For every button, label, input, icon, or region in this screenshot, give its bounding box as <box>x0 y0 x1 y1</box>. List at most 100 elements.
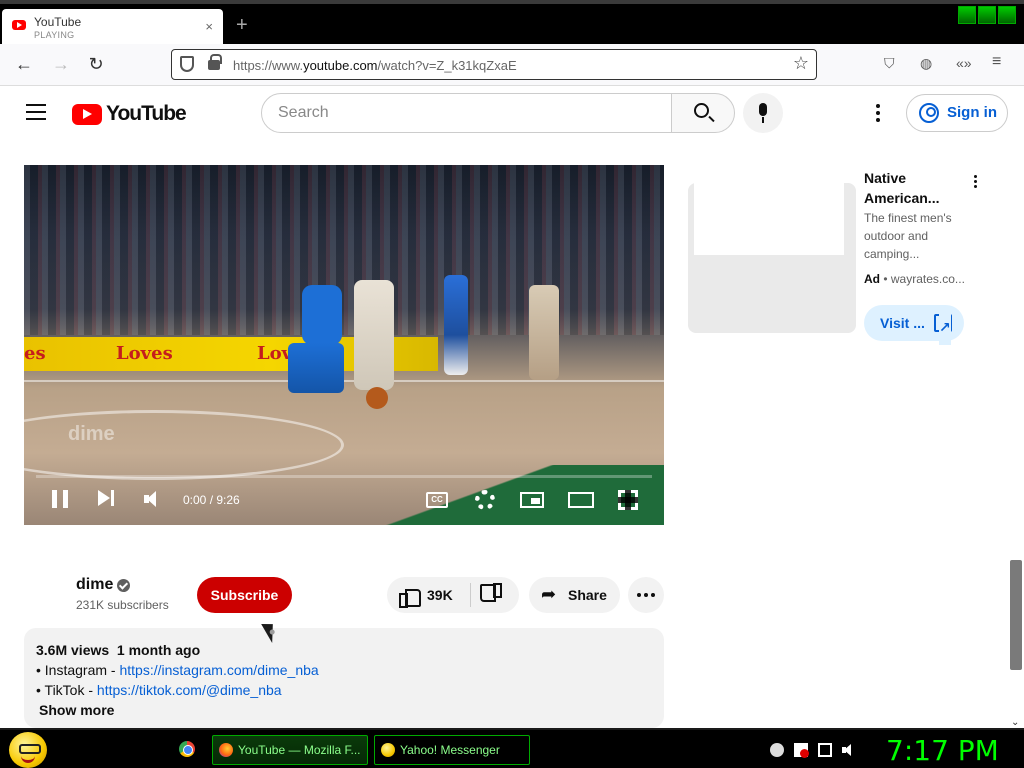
youtube-logo[interactable]: YouTube <box>72 102 187 126</box>
more-actions-button[interactable] <box>628 577 664 613</box>
browser-tab-bar: YouTube PLAYING × + <box>0 0 1024 45</box>
dislike-thumb-down-icon[interactable] <box>482 587 502 605</box>
tab-title: YouTube <box>34 15 82 29</box>
video-time: 0:00 / 9:26 <box>183 493 240 507</box>
banner-text: es <box>24 343 46 364</box>
firefox-icon <box>219 743 233 757</box>
tray-network-icon[interactable] <box>818 743 832 757</box>
forward-arrow-icon[interactable]: → <box>50 54 72 75</box>
browser-tab-youtube[interactable]: YouTube PLAYING × <box>2 9 223 45</box>
taskbar-item-label: YouTube — Mozilla F... <box>238 743 361 757</box>
close-window-button[interactable] <box>998 6 1016 24</box>
taskbar-clock: 7:17 PM <box>886 734 999 767</box>
logo-wordmark: YouTube <box>106 102 187 125</box>
tab-playing-label: PLAYING <box>34 30 75 40</box>
video-player-figure <box>354 280 394 390</box>
yahoo-messenger-icon <box>381 743 395 757</box>
new-tab-button[interactable]: + <box>236 14 248 37</box>
settings-more-icon[interactable] <box>876 104 880 125</box>
subscribe-button[interactable]: Subscribe <box>197 577 292 613</box>
menu-icon[interactable]: ≡ <box>992 53 1001 71</box>
ad-description: The finest men's outdoor and camping... <box>864 211 952 261</box>
ad-meta: Ad • wayrates.co... <box>864 272 965 286</box>
search-icon <box>694 103 709 118</box>
next-video-icon[interactable] <box>98 490 116 506</box>
bookmark-star-icon[interactable]: ☆ <box>793 53 809 74</box>
youtube-favicon-icon <box>12 20 26 30</box>
fullscreen-icon[interactable] <box>618 490 638 510</box>
tracking-shield-icon[interactable] <box>180 56 194 72</box>
scroll-down-icon[interactable]: ⌄ <box>1011 717 1019 728</box>
tray-status-icon[interactable] <box>770 743 784 757</box>
reload-icon[interactable]: ↻ <box>85 54 107 75</box>
lock-icon[interactable] <box>208 54 222 70</box>
user-icon <box>919 103 939 123</box>
like-count[interactable]: 39K <box>427 587 453 603</box>
start-menu-smiley-icon[interactable] <box>9 732 47 768</box>
address-bar[interactable]: https://www.youtube.com/watch?v=Z_k31kqZ… <box>171 49 817 80</box>
maximize-button[interactable] <box>978 6 996 24</box>
banner-text: Loves <box>116 343 173 364</box>
tray-volume-icon[interactable] <box>842 743 856 757</box>
youtube-header: YouTube Search Sign in <box>0 86 1024 142</box>
pause-icon[interactable] <box>52 490 68 508</box>
voice-search-mic-icon[interactable] <box>743 93 783 133</box>
chrome-icon[interactable] <box>179 741 195 757</box>
extensions-icon[interactable]: «» <box>956 55 972 71</box>
search-button[interactable] <box>671 93 735 133</box>
ad-visit-button[interactable]: Visit ... <box>864 305 964 345</box>
tiktok-link[interactable]: https://tiktok.com/@dime_nba <box>97 682 282 698</box>
sign-in-button[interactable]: Sign in <box>906 94 1008 132</box>
volume-icon[interactable] <box>144 490 164 508</box>
tab-close-icon[interactable]: × <box>205 19 213 34</box>
video-player[interactable]: es Loves Loves dime 0:00 / 9:26 CC <box>24 165 664 525</box>
ad-thumbnail[interactable] <box>688 183 856 333</box>
instagram-prefix: • Instagram - <box>36 662 120 678</box>
browser-nav-bar: ← → ↻ https://www.youtube.com/watch?v=Z_… <box>0 44 1024 86</box>
description-line: • Instagram - https://instagram.com/dime… <box>36 660 652 680</box>
taskbar-item-label: Yahoo! Messenger <box>400 743 500 757</box>
os-taskbar: YouTube — Mozilla F... Yahoo! Messenger … <box>0 728 1024 768</box>
ad-label: Ad <box>864 272 880 286</box>
taskbar-item-firefox[interactable]: YouTube — Mozilla F... <box>212 735 368 765</box>
miniplayer-icon[interactable] <box>520 492 544 508</box>
video-player-figure <box>529 285 559 380</box>
hamburger-menu-icon[interactable] <box>26 104 46 120</box>
visit-label: Visit ... <box>880 315 925 331</box>
window-controls <box>958 6 1016 24</box>
url-text[interactable]: https://www.youtube.com/watch?v=Z_k31kqZ… <box>233 58 517 73</box>
pocket-icon[interactable]: ⛉ <box>884 55 895 72</box>
scrollbar-thumb[interactable] <box>1010 560 1022 670</box>
description-line: • TikTok - https://tiktok.com/@dime_nba <box>36 680 652 700</box>
verified-badge-icon <box>117 579 130 592</box>
page-scrollbar[interactable]: ⌄ <box>1008 142 1024 728</box>
back-arrow-icon[interactable]: ← <box>13 54 35 75</box>
ad-more-options-icon[interactable] <box>974 175 978 190</box>
video-description[interactable]: 3.6M views 1 month ago • Instagram - htt… <box>24 628 664 728</box>
tiktok-prefix: • TikTok - <box>36 682 97 698</box>
share-label: Share <box>568 587 607 603</box>
theater-mode-icon[interactable] <box>568 492 594 508</box>
instagram-link[interactable]: https://instagram.com/dime_nba <box>119 662 318 678</box>
basketball <box>366 387 388 409</box>
share-button[interactable]: ➦ Share <box>529 577 620 613</box>
view-stats: 3.6M views 1 month ago <box>36 642 201 658</box>
tray-alert-icon[interactable] <box>794 743 809 758</box>
minimize-button[interactable] <box>958 6 976 24</box>
youtube-play-icon <box>72 103 102 125</box>
like-dislike-bar: 39K <box>387 577 519 613</box>
account-icon[interactable]: ◍ <box>920 55 932 72</box>
show-more-button[interactable]: Show more <box>39 700 652 720</box>
channel-name[interactable]: dime <box>76 576 113 594</box>
search-input[interactable]: Search <box>261 93 672 133</box>
captions-icon[interactable]: CC <box>426 492 448 508</box>
taskbar-item-yahoo-messenger[interactable]: Yahoo! Messenger <box>374 735 530 765</box>
video-player-figure <box>282 275 362 405</box>
like-thumb-up-icon[interactable] <box>399 586 421 608</box>
share-arrow-icon: ➦ <box>541 584 557 604</box>
video-progress-bar[interactable] <box>36 475 652 478</box>
external-link-icon <box>934 309 952 345</box>
settings-gear-icon[interactable] <box>475 490 495 510</box>
ad-title[interactable]: Native American... <box>864 168 974 208</box>
sign-in-label: Sign in <box>947 104 997 121</box>
